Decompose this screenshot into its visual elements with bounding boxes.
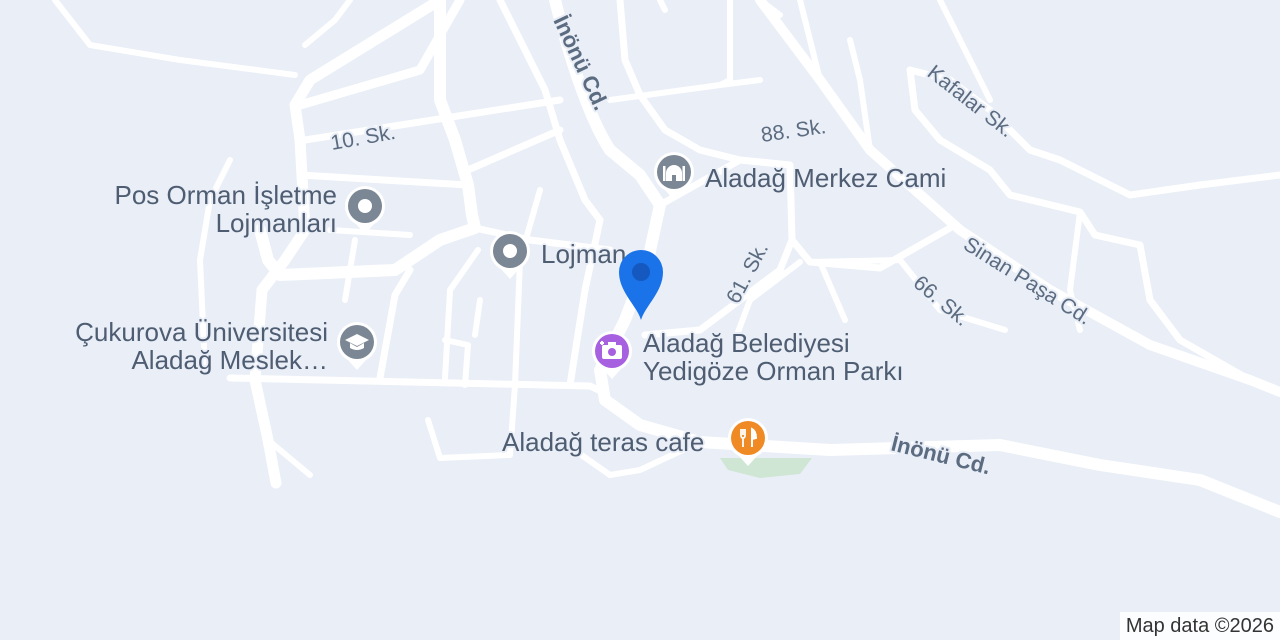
poi-label-line: Lojmanları	[215, 208, 337, 238]
road-secondary-21	[302, 0, 353, 48]
street-label-88-sk: 88. Sk.	[759, 115, 827, 147]
road-south-west	[226, 374, 607, 396]
poi-label-pos-orman[interactable]: Pos Orman İşletme Lojmanları	[97, 181, 337, 237]
road-secondary-15	[717, 0, 733, 88]
fork-knife-icon[interactable]	[725, 414, 771, 468]
graduation-cap-icon[interactable]	[334, 318, 380, 372]
road-secondary-13	[616, 0, 744, 164]
poi-label-cafe[interactable]: Aladağ teras cafe	[502, 428, 704, 456]
camera-icon[interactable]	[589, 327, 635, 381]
poi-label-mosque[interactable]: Aladağ Merkez Cami	[705, 164, 946, 192]
road-secondary-5	[376, 266, 414, 382]
road-66-sk	[807, 257, 1008, 333]
poi-label-line: Aladağ Meslek…	[131, 345, 328, 375]
road-secondary-8	[512, 187, 543, 388]
poi-label-line: Çukurova Üniversitesi	[75, 317, 328, 347]
poi-label-park[interactable]: Aladağ Belediyesi Yedigöze Orman Parkı	[643, 329, 904, 385]
road-secondary-22	[657, 0, 668, 13]
road-secondary-4	[464, 126, 564, 174]
dot-pin-icon[interactable]	[487, 227, 533, 281]
location-pin-icon[interactable]	[615, 246, 667, 322]
poi-label-university[interactable]: Çukurova Üniversitesi Aladağ Meslek…	[58, 318, 328, 374]
poi-label-lojman[interactable]: Lojman	[541, 240, 626, 268]
poi-label-line: Aladağ Belediyesi	[643, 328, 850, 358]
street-label-61-sk: 61. Sk.	[722, 239, 773, 308]
dot-pin-icon[interactable]	[342, 182, 388, 236]
street-label-inonu-south: İnönü Cd.	[889, 431, 993, 480]
map-canvas[interactable]: İnönü Cd. İnönü Cd. 10. Sk. 88. Sk. Kafa…	[0, 0, 1280, 640]
road-secondary-26	[472, 297, 483, 338]
road-northwest	[52, 0, 298, 78]
map-attribution[interactable]: Map data ©2026	[1119, 612, 1280, 640]
mosque-icon[interactable]	[651, 148, 697, 202]
road-secondary-12	[817, 259, 848, 323]
poi-label-line: Yedigöze Orman Parkı	[643, 356, 904, 386]
street-label-66-sk: 66. Sk.	[909, 271, 974, 331]
street-label-10-sk: 10. Sk.	[329, 121, 397, 155]
street-label-kafalar-sk: Kafalar Sk.	[923, 61, 1018, 142]
road-secondary-6	[442, 247, 481, 381]
poi-label-line: Pos Orman İşletme	[114, 180, 337, 210]
